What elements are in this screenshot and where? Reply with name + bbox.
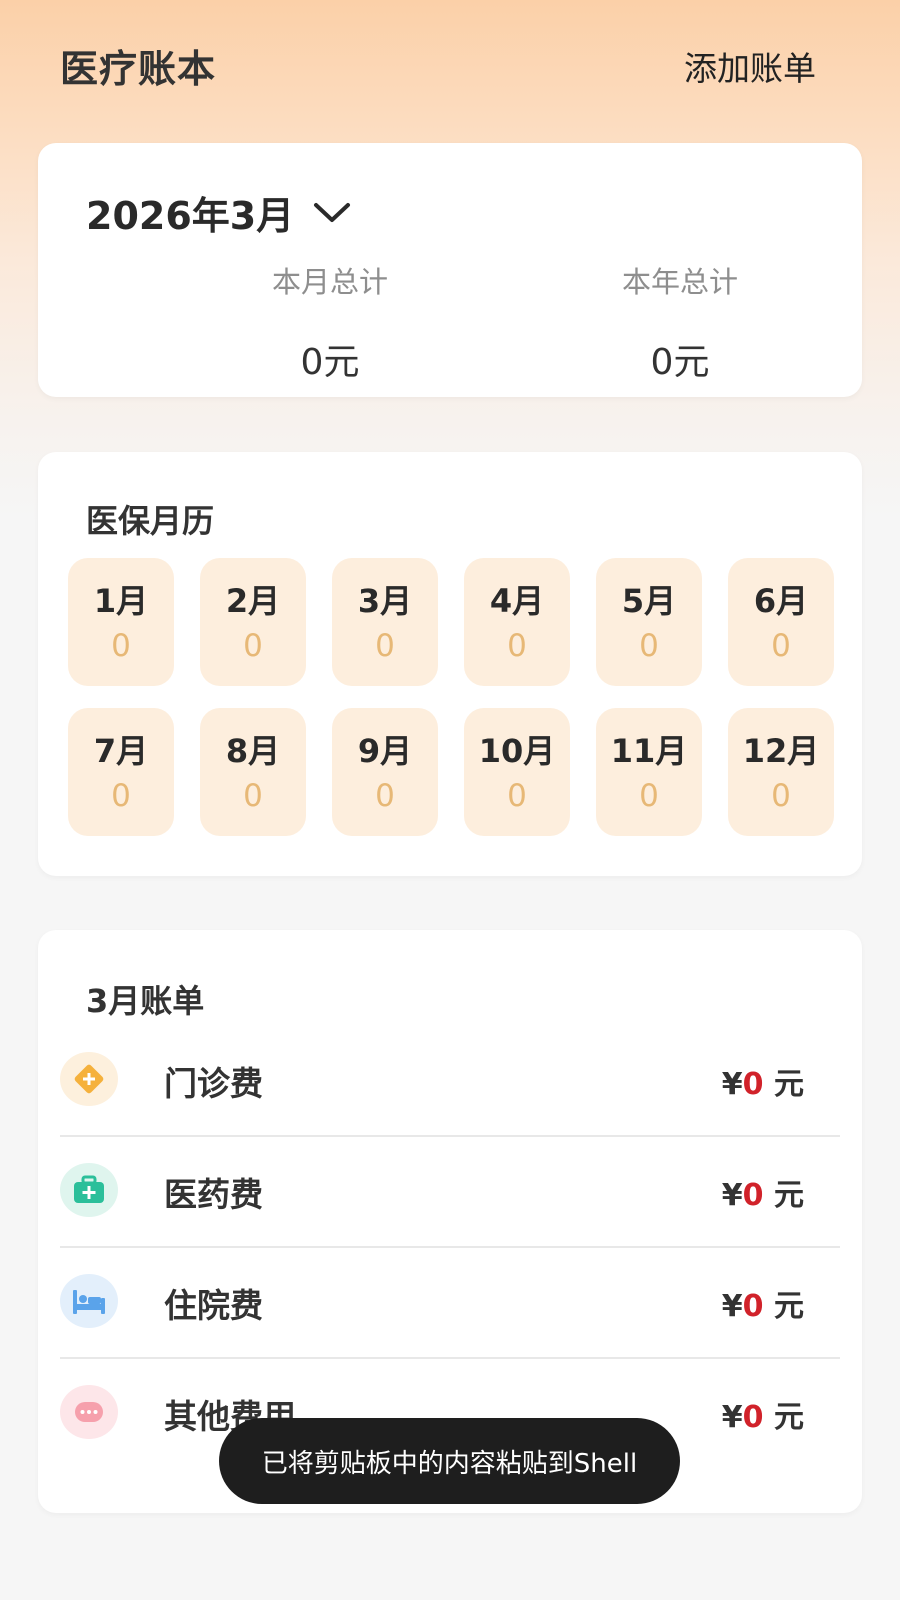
calendar-title: 医保月历: [86, 502, 215, 540]
month-total-label: 本月总计: [271, 265, 388, 299]
month-value: 0: [243, 778, 263, 814]
month-cell-1[interactable]: 1月 0: [68, 558, 174, 686]
currency-unit: 元: [774, 1400, 804, 1435]
month-label: 2月: [225, 582, 281, 620]
currency-symbol: ¥: [721, 1289, 743, 1324]
month-cell-10[interactable]: 10月 0: [464, 708, 570, 836]
bill-amount-value: 0: [742, 1400, 764, 1435]
month-cell-8[interactable]: 8月 0: [200, 708, 306, 836]
medicine-kit-icon: [60, 1163, 118, 1217]
bill-amount: ¥0 元: [722, 1392, 804, 1436]
summary-card: 2026年3月 本月总计 0元 本年总计 0元: [38, 143, 862, 397]
month-label: 9月: [357, 732, 413, 770]
month-total: 本月总计 0元: [210, 259, 450, 385]
hospital-bed-icon: [60, 1274, 118, 1328]
month-cell-2[interactable]: 2月 0: [200, 558, 306, 686]
month-label: 10月: [478, 732, 556, 770]
month-label: 7月: [93, 732, 149, 770]
currency-symbol: ¥: [721, 1067, 743, 1102]
month-label: 6月: [753, 582, 809, 620]
bill-row-medicine[interactable]: 医药费 ¥0 元: [60, 1137, 840, 1248]
bill-amount: ¥0 元: [722, 1170, 804, 1214]
outpatient-icon: [60, 1052, 118, 1106]
header: 医疗账本 添加账单: [0, 0, 900, 125]
month-value: 0: [375, 628, 395, 664]
bill-amount-value: 0: [742, 1067, 764, 1102]
month-value: 0: [375, 778, 395, 814]
month-label: 1月: [93, 582, 149, 620]
insurance-calendar-card: 医保月历 1月 0 2月 0 3月 0 4月 0 5月 0 6月 0 7月 0 8月 0 9月 0…: [38, 452, 862, 876]
month-value: 0: [507, 778, 527, 814]
month-cell-7[interactable]: 7月 0: [68, 708, 174, 836]
month-cell-3[interactable]: 3月 0: [332, 558, 438, 686]
chevron-down-icon: [314, 202, 351, 222]
month-label: 12月: [742, 732, 820, 770]
currency-symbol: ¥: [721, 1400, 743, 1435]
month-label: 4月: [489, 582, 545, 620]
year-total-value: 0元: [650, 342, 710, 383]
bill-amount-value: 0: [742, 1178, 764, 1213]
more-dots-icon: [60, 1385, 118, 1439]
toast-message: 已将剪贴板中的内容粘贴到Shell: [219, 1418, 680, 1504]
month-label: 11月: [610, 732, 688, 770]
month-value: 0: [111, 628, 131, 664]
month-value: 0: [243, 628, 263, 664]
month-grid: 1月 0 2月 0 3月 0 4月 0 5月 0 6月 0 7月 0 8月 0 9月 0 10月 0…: [68, 558, 834, 836]
year-total-label: 本年总计: [621, 265, 738, 299]
currency-symbol: ¥: [721, 1178, 743, 1213]
currency-unit: 元: [774, 1178, 804, 1213]
month-value: 0: [771, 628, 791, 664]
month-cell-9[interactable]: 9月 0: [332, 708, 438, 836]
month-value: 0: [639, 778, 659, 814]
month-value: 0: [111, 778, 131, 814]
month-cell-6[interactable]: 6月 0: [728, 558, 834, 686]
bill-name: 医药费: [164, 1175, 263, 1214]
month-cell-5[interactable]: 5月 0: [596, 558, 702, 686]
month-cell-12[interactable]: 12月 0: [728, 708, 834, 836]
bills-title: 3月账单: [86, 982, 205, 1020]
bill-name: 住院费: [164, 1286, 263, 1325]
page-title: 医疗账本: [60, 47, 217, 91]
month-label: 8月: [225, 732, 281, 770]
currency-unit: 元: [774, 1289, 804, 1324]
bill-name: 门诊费: [164, 1064, 263, 1103]
month-value: 0: [771, 778, 791, 814]
year-total: 本年总计 0元: [560, 259, 800, 385]
bill-amount: ¥0 元: [722, 1059, 804, 1103]
bill-amount-value: 0: [742, 1289, 764, 1324]
month-value: 0: [639, 628, 659, 664]
month-total-value: 0元: [300, 342, 360, 383]
bill-row-outpatient[interactable]: 门诊费 ¥0 元: [60, 1026, 840, 1137]
currency-unit: 元: [774, 1067, 804, 1102]
month-cell-4[interactable]: 4月 0: [464, 558, 570, 686]
add-bill-button[interactable]: 添加账单: [684, 42, 816, 90]
month-picker[interactable]: 2026年3月: [86, 185, 352, 240]
month-label: 5月: [621, 582, 677, 620]
bill-amount: ¥0 元: [722, 1281, 804, 1325]
month-label: 3月: [357, 582, 413, 620]
selected-month: 2026年3月: [86, 194, 295, 238]
month-cell-11[interactable]: 11月 0: [596, 708, 702, 836]
month-value: 0: [507, 628, 527, 664]
bill-row-hospitalization[interactable]: 住院费 ¥0 元: [60, 1248, 840, 1359]
